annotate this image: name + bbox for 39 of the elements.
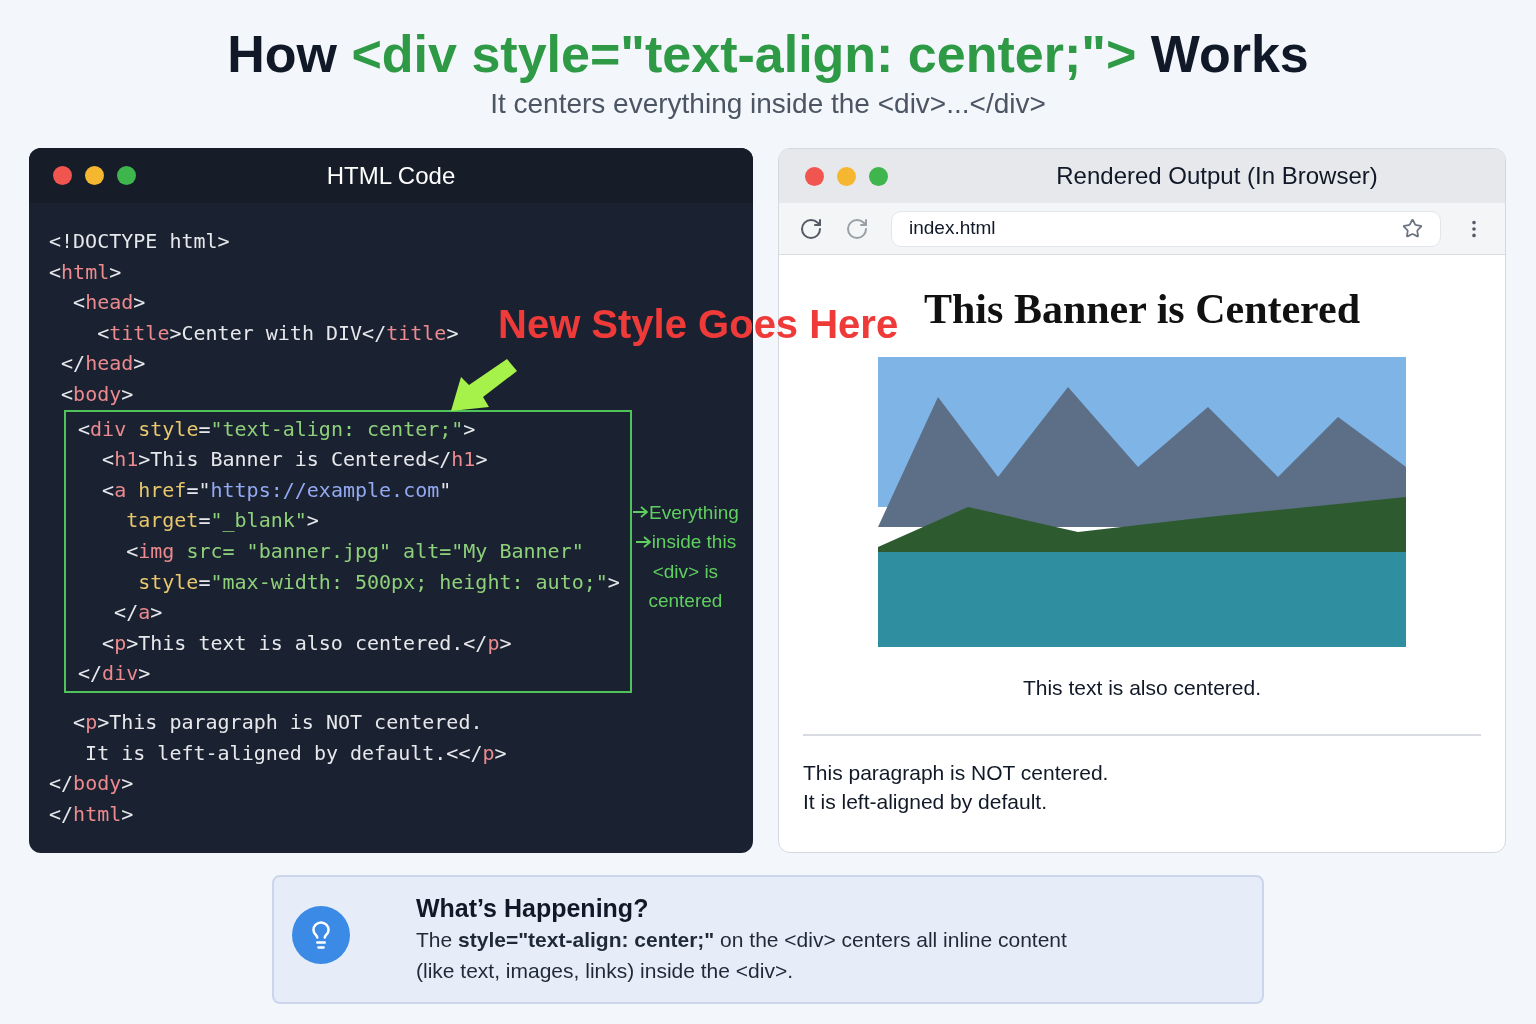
left-aligned-paragraph: This paragraph is NOT centered. It is left-aligned by default. [803, 759, 1109, 815]
code-line: It is left-aligned by default.<</p> [84, 739, 507, 767]
code-line: target="_blank"> [125, 507, 319, 535]
code-line: </a> [113, 599, 163, 627]
arrow-icon [634, 535, 652, 548]
centered-text: This text is also centered. [1022, 675, 1262, 701]
page-title: How <div style="text-align: center;"> Works [227, 24, 1309, 85]
code-line: <p>This text is also centered.</p> [101, 629, 512, 657]
star-icon[interactable] [1402, 218, 1423, 239]
arrow-icon [632, 506, 649, 519]
code-line: <head> [72, 289, 146, 317]
page-subtitle: It centers everything inside the <div>...</div> [490, 87, 1046, 121]
code-line: <html> [49, 258, 122, 286]
code-line: <a href="https://example.com" [101, 476, 452, 504]
code-line: </head> [60, 350, 146, 378]
code-line: style="max-width: 500px; height: auto;"> [137, 568, 620, 596]
lightbulb-icon [292, 906, 350, 964]
info-text: The style="text-align: center;" on the <div> centers all inline content (like text, images, links) inside the <div>. [416, 927, 1067, 984]
address-field[interactable]: index.html [891, 210, 1441, 247]
code-line: <body> [60, 380, 134, 408]
code-line: <!DOCTYPE html> [49, 228, 230, 255]
code-window-title: HTML Code [326, 160, 456, 191]
annotation-text: centered [648, 589, 723, 614]
code-line: </body> [49, 770, 134, 798]
pointer-arrow-icon [449, 357, 519, 413]
code-line: </html> [49, 800, 134, 828]
code-line: <img src= "banner.jpg" alt="My Banner" [125, 537, 584, 565]
code-line: </div> [78, 660, 151, 688]
annotation-text: <div> is [652, 559, 719, 584]
banner-heading: This Banner is Centered [924, 285, 1360, 333]
browser-window-title: Rendered Output (In Browser) [1056, 161, 1378, 191]
code-line: <title>Center with DIV</title> [96, 319, 459, 347]
code-line: <div style="text-align: center;"> [78, 415, 476, 443]
info-title: What’s Happening? [416, 893, 650, 924]
reload-icon[interactable] [799, 216, 823, 241]
code-line: <p>This paragraph is NOT centered. [72, 708, 483, 736]
annotation-text: inside this [651, 530, 737, 555]
code-line: <h1>This Banner is Centered</h1> [101, 446, 488, 474]
annotation-text: Everything [649, 500, 739, 525]
